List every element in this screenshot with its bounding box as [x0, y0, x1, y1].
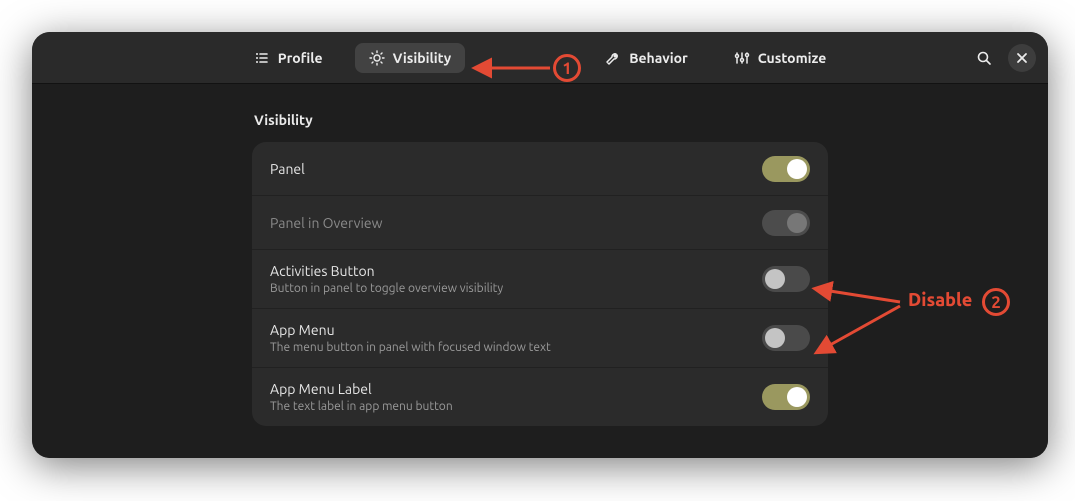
- row-panel-overview: Panel in Overview: [252, 196, 828, 250]
- tab-label: Visibility: [393, 50, 452, 66]
- row-subtitle: Button in panel to toggle overview visib…: [270, 282, 503, 295]
- row-subtitle: The text label in app menu button: [270, 400, 453, 413]
- toggle-appmenu-label[interactable]: [762, 384, 810, 410]
- toggle-panel-overview: [762, 210, 810, 236]
- toggle-knob: [787, 387, 807, 407]
- row-text: App Menu The menu button in panel with f…: [270, 322, 551, 354]
- row-title: Activities Button: [270, 263, 503, 279]
- search-icon: [976, 50, 992, 66]
- wrench-icon: [605, 50, 621, 66]
- callout-1: 1: [553, 54, 581, 82]
- toggle-panel[interactable]: [762, 156, 810, 182]
- tab-visibility[interactable]: Visibility: [355, 43, 466, 73]
- toggle-knob: [765, 269, 785, 289]
- tab-customize[interactable]: Customize: [720, 43, 841, 73]
- row-title: App Menu: [270, 322, 551, 338]
- sliders-icon: [734, 50, 750, 66]
- row-text: Panel in Overview: [270, 215, 382, 231]
- row-text: Panel: [270, 161, 305, 177]
- row-title: Panel: [270, 161, 305, 177]
- tab-label: Profile: [278, 50, 323, 66]
- content-area: Visibility Panel Panel in Overview: [32, 84, 1048, 458]
- close-icon: [1016, 52, 1028, 64]
- header-bar: Profile Visibility: [32, 32, 1048, 84]
- row-panel: Panel: [252, 142, 828, 196]
- row-subtitle: The menu button in panel with focused wi…: [270, 341, 551, 354]
- toggle-knob: [787, 213, 807, 233]
- row-text: Activities Button Button in panel to tog…: [270, 263, 503, 295]
- close-button[interactable]: [1008, 44, 1036, 72]
- callout-2: 2: [982, 288, 1010, 316]
- settings-list: Panel Panel in Overview Activities Butto…: [252, 142, 828, 426]
- row-activities: Activities Button Button in panel to tog…: [252, 250, 828, 309]
- toggle-activities[interactable]: [762, 266, 810, 292]
- section-title: Visibility: [254, 112, 828, 128]
- sun-icon: [369, 50, 385, 66]
- settings-window: Profile Visibility: [32, 32, 1048, 458]
- row-text: App Menu Label The text label in app men…: [270, 381, 453, 413]
- tab-behavior[interactable]: Behavior: [591, 43, 702, 73]
- search-button[interactable]: [970, 44, 998, 72]
- row-appmenu: App Menu The menu button in panel with f…: [252, 309, 828, 368]
- content-inner: Visibility Panel Panel in Overview: [252, 84, 828, 426]
- toggle-knob: [765, 328, 785, 348]
- toggle-knob: [787, 159, 807, 179]
- list-icon: [254, 50, 270, 66]
- tab-label: Behavior: [629, 50, 688, 66]
- row-appmenu-label: App Menu Label The text label in app men…: [252, 368, 828, 426]
- callout-disable-text: Disable: [908, 290, 972, 310]
- header-actions: [970, 32, 1036, 83]
- toggle-appmenu[interactable]: [762, 325, 810, 351]
- tab-profile[interactable]: Profile: [240, 43, 337, 73]
- tab-label: Customize: [758, 50, 827, 66]
- tab-group: Profile Visibility: [240, 43, 841, 73]
- row-title: Panel in Overview: [270, 215, 382, 231]
- row-title: App Menu Label: [270, 381, 453, 397]
